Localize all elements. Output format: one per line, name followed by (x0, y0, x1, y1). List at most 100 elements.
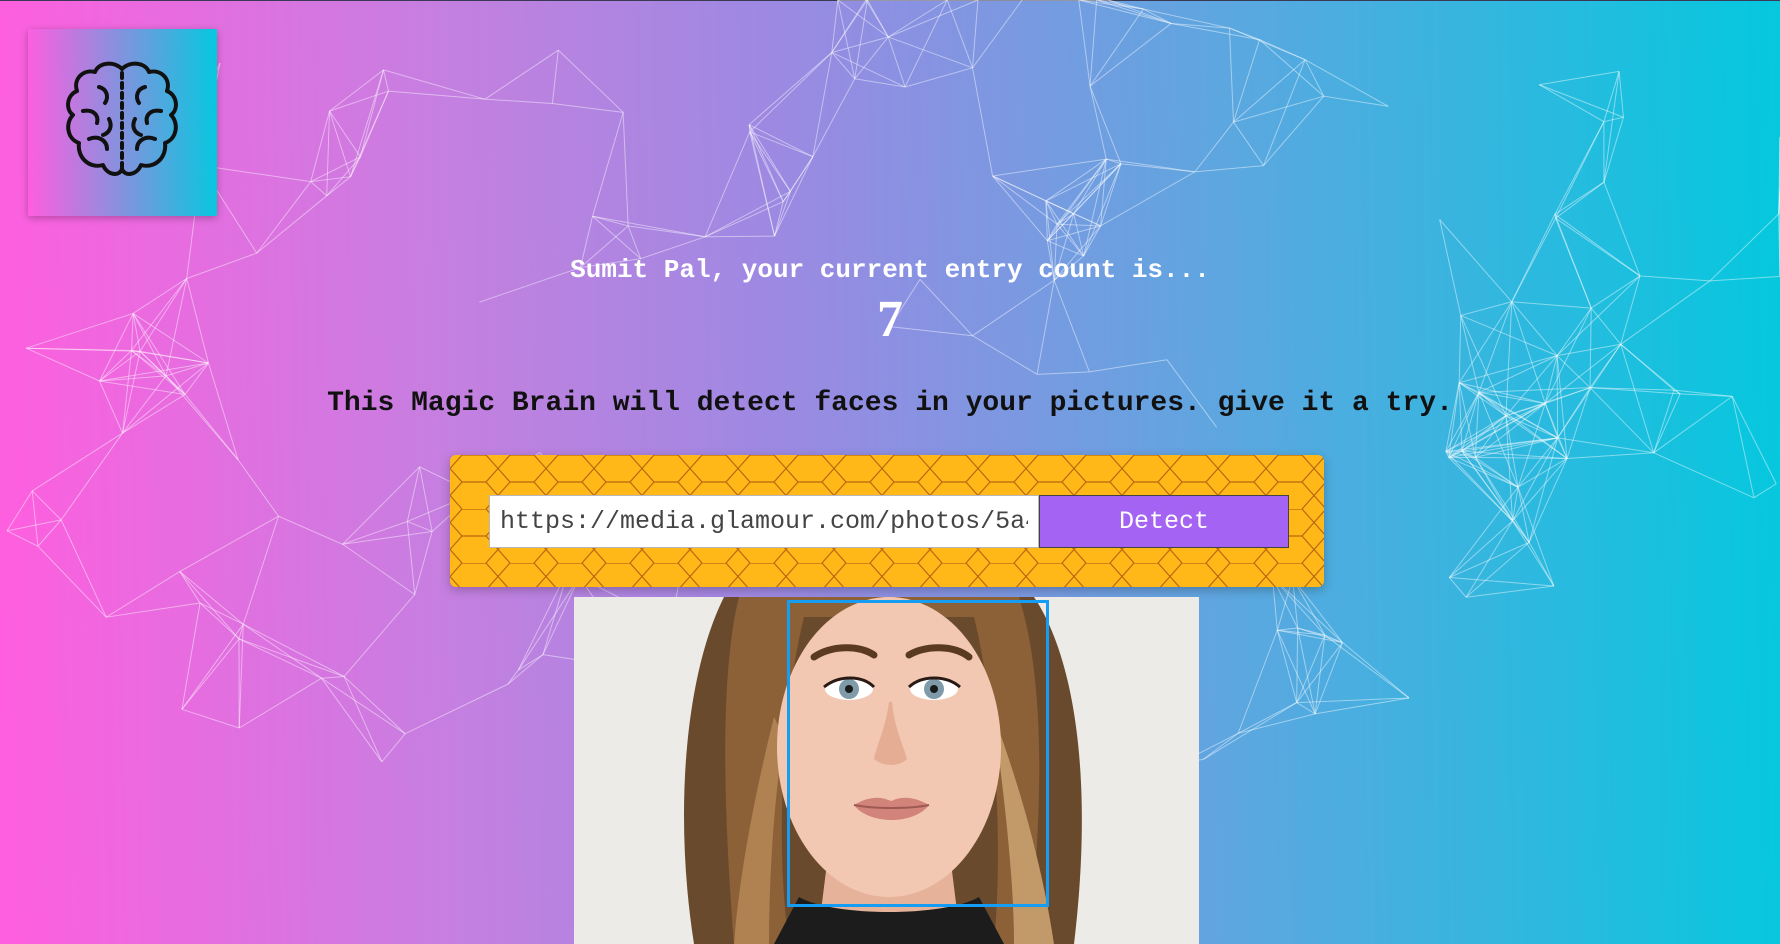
brain-icon (66, 61, 178, 176)
network-edge (1228, 28, 1234, 123)
network-edge (1277, 629, 1343, 644)
network-edge (748, 124, 814, 158)
network-edge (1445, 415, 1507, 452)
network-edge (238, 638, 322, 679)
network-edge (1315, 697, 1410, 715)
logo-tile[interactable] (28, 29, 217, 216)
entry-count-greeting: Sumit Pal, your current entry count is..… (570, 255, 1210, 285)
network-edge (1233, 59, 1306, 123)
network-edge (1089, 85, 1122, 164)
network-edge (1539, 70, 1620, 86)
network-edge (484, 49, 559, 100)
network-edge (1653, 452, 1755, 499)
network-edge (359, 90, 389, 158)
network-edge (1554, 214, 1557, 219)
network-edge (1603, 71, 1620, 122)
network-edge (1045, 200, 1048, 241)
network-edge (343, 676, 383, 762)
network-edge (1089, 0, 1098, 87)
network-edge (1202, 732, 1239, 760)
network-edge (1089, 8, 1144, 87)
network-edge (1047, 240, 1084, 257)
network-edge (1194, 165, 1264, 173)
network-edge (1517, 458, 1568, 488)
network-edge (1120, 163, 1195, 173)
network-edge (310, 181, 328, 197)
network-edge (329, 90, 389, 112)
network-edge (1100, 159, 1107, 226)
network-edge (518, 654, 544, 671)
network-edge (1512, 520, 1555, 587)
network-edge (1474, 457, 1513, 522)
network-edge (1517, 487, 1555, 587)
network-edge (992, 158, 1107, 177)
network-edge (321, 677, 383, 763)
network-edge (6, 530, 39, 547)
network-edge (1046, 163, 1122, 242)
network-edge (179, 571, 244, 625)
network-edge (165, 362, 209, 377)
network-edge (242, 516, 280, 625)
network-edge (1512, 458, 1568, 522)
network-edge (1259, 39, 1306, 61)
network-edge (1089, 359, 1167, 373)
network-edge (238, 638, 345, 677)
network-edge (1603, 116, 1624, 123)
network-edge (1557, 437, 1568, 459)
network-edge (704, 190, 791, 238)
network-edge (1448, 486, 1519, 578)
network-edge (837, 0, 856, 79)
network-edge (26, 347, 100, 382)
network-edge (181, 708, 240, 729)
network-edge (628, 225, 706, 238)
network-edge (237, 459, 279, 517)
network-edge (812, 52, 833, 157)
network-edge (622, 112, 629, 226)
network-edge (1445, 450, 1519, 488)
network-edge (774, 156, 814, 237)
network-edge (1045, 163, 1122, 202)
network-edge (383, 69, 389, 92)
network-edge (238, 624, 244, 729)
network-edge (1556, 355, 1591, 389)
network-edge (1296, 628, 1299, 703)
network-edge (350, 69, 385, 177)
network-edge (1259, 39, 1325, 97)
network-edge (321, 675, 345, 679)
network-edge (1475, 456, 1519, 488)
network-edge (904, 0, 948, 88)
network-edge (359, 69, 385, 157)
network-edge (1445, 451, 1513, 522)
network-edge (748, 52, 833, 126)
network-edge (704, 131, 751, 237)
network-edge (1047, 225, 1101, 242)
network-edge (37, 519, 62, 547)
network-edge (342, 466, 420, 545)
network-edge (972, 0, 1023, 69)
network-edge (404, 683, 509, 735)
network-edge (1474, 415, 1507, 458)
image-url-input[interactable] (489, 495, 1039, 548)
network-edge (1263, 95, 1325, 166)
network-edge (1539, 84, 1605, 123)
network-edge (321, 677, 406, 735)
network-edge (407, 521, 433, 532)
network-edge (1539, 84, 1624, 118)
network-edge (31, 432, 123, 492)
network-edge (507, 654, 544, 685)
network-edge (256, 181, 312, 254)
network-edge (1445, 451, 1450, 458)
network-edge (484, 98, 553, 105)
network-edge (1461, 450, 1513, 522)
network-edge (99, 375, 167, 382)
network-edge (342, 543, 416, 595)
network-edge (1528, 458, 1568, 543)
network-edge (1528, 437, 1559, 543)
network-edge (557, 49, 624, 113)
detect-button[interactable]: Detect (1039, 495, 1289, 548)
network-edge (1324, 634, 1410, 699)
network-edge (199, 602, 240, 640)
network-edge (1263, 59, 1306, 166)
network-edge (329, 110, 352, 177)
network-edge (1046, 213, 1075, 242)
